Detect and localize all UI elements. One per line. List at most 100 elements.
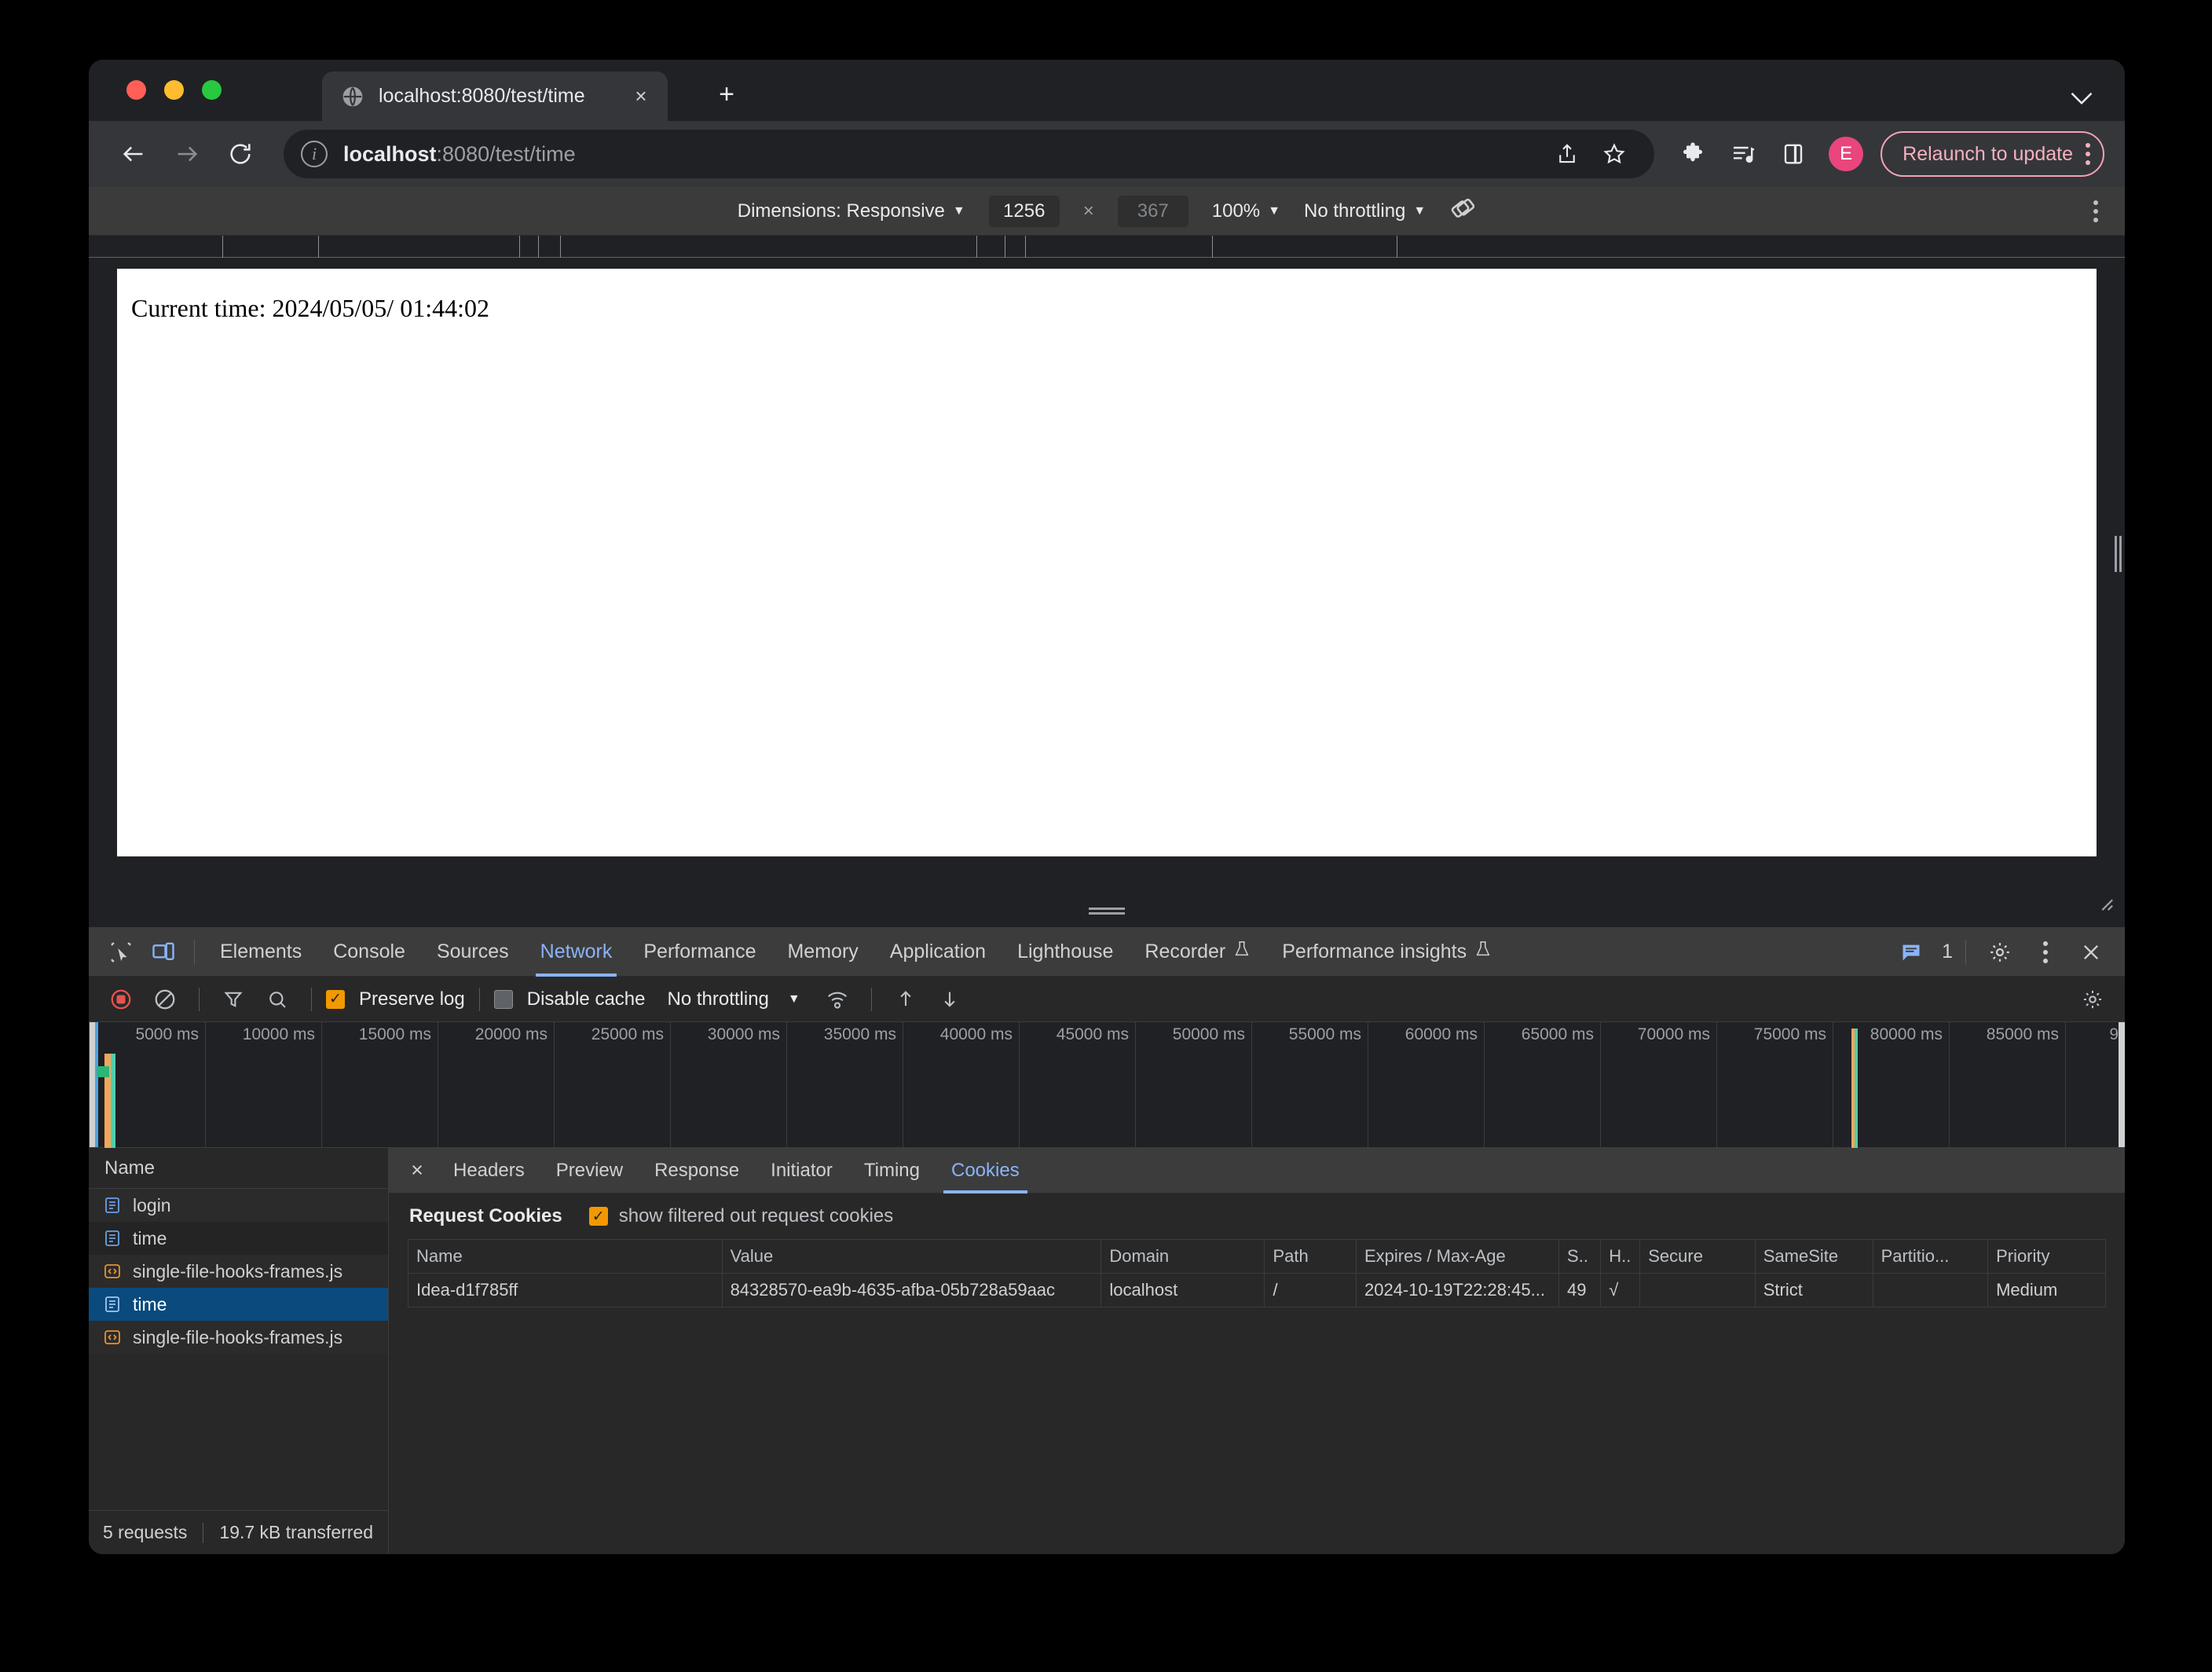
tab-label: Elements: [220, 940, 302, 962]
overview-tick-label: 30000 ms: [707, 1025, 780, 1043]
column-header-secure[interactable]: Secure: [1639, 1239, 1756, 1274]
overview-window-right-handle[interactable]: [2119, 1022, 2125, 1147]
device-throttling-dropdown[interactable]: No throttling ▼: [1304, 200, 1426, 222]
filter-icon[interactable]: [214, 980, 253, 1019]
tab-headers[interactable]: Headers: [438, 1148, 540, 1194]
reload-button[interactable]: [216, 130, 265, 178]
browser-tab[interactable]: localhost:8080/test/time ×: [322, 72, 668, 121]
share-icon[interactable]: [1544, 131, 1590, 177]
device-viewport: Current time: 2024/05/05/ 01:44:02: [89, 236, 2125, 927]
tab-application[interactable]: Application: [874, 928, 1002, 977]
transferred-size: 19.7 kB transferred: [219, 1522, 374, 1542]
forward-button[interactable]: [163, 130, 211, 178]
network-throttling-dropdown[interactable]: No throttling: [667, 988, 768, 1010]
tab-recorder[interactable]: Recorder: [1129, 928, 1266, 977]
maximize-window-button[interactable]: [202, 80, 222, 100]
address-bar[interactable]: i localhost:8080/test/time: [284, 130, 1655, 178]
chevron-down-icon[interactable]: ▼: [788, 992, 800, 1006]
column-header-priority[interactable]: Priority: [1987, 1239, 2106, 1274]
table-row[interactable]: single-file-hooks-frames.js: [89, 1321, 388, 1354]
overview-tick-label: 10000 ms: [242, 1025, 315, 1043]
close-window-button[interactable]: [126, 80, 146, 100]
network-settings-gear-icon[interactable]: [2073, 980, 2112, 1019]
side-panel-icon[interactable]: [1771, 131, 1816, 177]
kebab-menu-icon[interactable]: [2086, 143, 2090, 165]
tab-response[interactable]: Response: [639, 1148, 755, 1194]
column-header-domain[interactable]: Domain: [1101, 1239, 1265, 1274]
tab-cookies[interactable]: Cookies: [936, 1148, 1035, 1194]
avatar[interactable]: E: [1829, 137, 1864, 171]
dimensions-dropdown[interactable]: Dimensions: Responsive ▼: [738, 200, 965, 222]
tab-network[interactable]: Network: [525, 928, 628, 977]
show-filtered-cookies-toggle[interactable]: ✓ show filtered out request cookies: [588, 1205, 893, 1227]
close-tab-button[interactable]: ×: [627, 82, 655, 111]
kebab-menu-icon[interactable]: [2024, 931, 2067, 974]
window-controls: [126, 80, 222, 100]
rotate-icon[interactable]: [1449, 195, 1476, 227]
tab-timing[interactable]: Timing: [848, 1148, 936, 1194]
tab-label: Network: [540, 940, 613, 962]
search-icon[interactable]: [258, 980, 297, 1019]
request-name: time: [133, 1293, 167, 1314]
tab-label: Sources: [436, 940, 509, 962]
viewport-resize-handle-corner[interactable]: [2097, 894, 2114, 916]
viewport-width-input[interactable]: 1256: [988, 195, 1060, 227]
disable-cache-checkbox[interactable]: [493, 989, 513, 1009]
column-header-name[interactable]: Name: [408, 1239, 723, 1274]
table-row[interactable]: login: [89, 1189, 388, 1222]
close-icon[interactable]: [2070, 931, 2112, 974]
column-header-value[interactable]: Value: [721, 1239, 1102, 1274]
tab-performance-insights[interactable]: Performance insights: [1266, 928, 1507, 977]
tab-elements[interactable]: Elements: [204, 928, 317, 977]
table-row[interactable]: Idea-d1f785ff 84328570-ea9b-4635-afba-05…: [408, 1273, 2106, 1307]
zoom-dropdown[interactable]: 100% ▼: [1212, 200, 1280, 222]
overview-tick-label: 35000 ms: [823, 1025, 896, 1043]
viewport-resize-handle-bottom[interactable]: [1089, 908, 1125, 915]
column-header-partition[interactable]: Partitio...: [1872, 1239, 1989, 1274]
device-toolbar-menu-button[interactable]: [2093, 200, 2098, 222]
table-row[interactable]: single-file-hooks-frames.js: [89, 1255, 388, 1288]
network-overview-timeline[interactable]: 5000 ms 10000 ms 15000 ms 20000 ms 25000…: [89, 1022, 2125, 1148]
import-har-icon[interactable]: [886, 980, 925, 1019]
minimize-window-button[interactable]: [164, 80, 184, 100]
reading-list-icon[interactable]: [1720, 131, 1766, 177]
column-header-expires[interactable]: Expires / Max-Age: [1355, 1239, 1560, 1274]
show-filtered-checkbox[interactable]: ✓: [588, 1207, 608, 1226]
column-header-httponly[interactable]: H..: [1600, 1239, 1641, 1274]
request-list-header[interactable]: Name: [89, 1148, 388, 1189]
column-header-size[interactable]: S..: [1558, 1239, 1602, 1274]
new-tab-button[interactable]: +: [709, 77, 744, 112]
tab-performance[interactable]: Performance: [628, 928, 771, 977]
tab-console[interactable]: Console: [317, 928, 421, 977]
tab-lighthouse[interactable]: Lighthouse: [1002, 928, 1129, 977]
puzzle-icon[interactable]: [1670, 131, 1716, 177]
chevron-down-icon[interactable]: [2070, 90, 2093, 110]
disable-cache-label: Disable cache: [526, 988, 646, 1010]
device-toolbar-icon[interactable]: [142, 931, 185, 974]
inspect-icon[interactable]: [100, 931, 142, 974]
tab-memory[interactable]: Memory: [771, 928, 873, 977]
tab-sources[interactable]: Sources: [421, 928, 525, 977]
tab-preview[interactable]: Preview: [540, 1148, 639, 1194]
gear-icon[interactable]: [1979, 931, 2021, 974]
table-row[interactable]: time: [89, 1222, 388, 1255]
preserve-log-checkbox[interactable]: ✓: [326, 989, 345, 1009]
viewport-height-input[interactable]: 367: [1117, 195, 1188, 227]
column-header-path[interactable]: Path: [1264, 1239, 1357, 1274]
info-icon[interactable]: i: [301, 141, 328, 167]
message-icon[interactable]: [1890, 931, 1932, 974]
close-detail-button[interactable]: ×: [397, 1150, 438, 1191]
export-har-icon[interactable]: [930, 980, 969, 1019]
clear-icon[interactable]: [145, 980, 185, 1019]
section-title: Request Cookies: [409, 1205, 562, 1226]
back-button[interactable]: [109, 130, 158, 178]
network-conditions-icon[interactable]: [818, 980, 857, 1019]
relaunch-to-update-button[interactable]: Relaunch to update: [1881, 131, 2104, 177]
table-row[interactable]: time: [89, 1288, 388, 1321]
column-header-samesite[interactable]: SameSite: [1754, 1239, 1873, 1274]
viewport-resize-handle-right[interactable]: [2115, 536, 2122, 572]
star-icon[interactable]: [1591, 131, 1637, 177]
request-name: single-file-hooks-frames.js: [133, 1260, 343, 1282]
record-icon[interactable]: [101, 980, 141, 1019]
tab-initiator[interactable]: Initiator: [755, 1148, 848, 1194]
